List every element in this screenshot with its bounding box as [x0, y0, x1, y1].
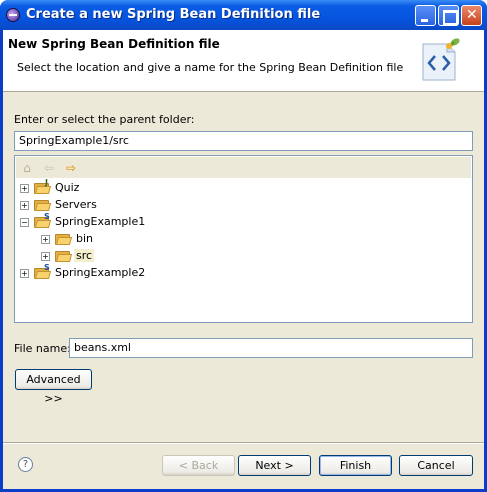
folder-icon [34, 199, 52, 211]
folder-tree[interactable]: ⌂ ⇦ ⇨ + J Quiz + Servers − S SpringExamp… [14, 155, 473, 323]
folder-icon [55, 233, 73, 245]
window-title: Create a new Spring Bean Definition file [26, 7, 321, 22]
tree-item-label: SpringExample1 [55, 215, 146, 228]
home-icon: ⌂ [23, 161, 31, 175]
finish-button[interactable]: Finish [319, 455, 392, 476]
file-name-input[interactable]: beans.xml [69, 338, 473, 358]
tree-item-label: bin [76, 232, 94, 245]
banner-title: New Spring Bean Definition file [8, 37, 220, 51]
next-button[interactable]: Next > [238, 455, 311, 476]
parent-folder-label: Enter or select the parent folder: [14, 113, 195, 126]
maximize-button[interactable] [438, 5, 459, 26]
spring-project-icon: S [34, 263, 52, 279]
tree-toolbar: ⌂ ⇦ ⇨ [16, 157, 471, 178]
close-icon: ✕ [466, 7, 478, 23]
collapse-toggle[interactable]: − [20, 218, 29, 227]
dialog-window: Create a new Spring Bean Definition file… [0, 0, 487, 492]
folder-icon [55, 250, 73, 262]
expand-toggle[interactable]: + [20, 184, 29, 193]
spring-bean-file-icon [417, 36, 463, 82]
expand-toggle[interactable]: + [20, 201, 29, 210]
eclipse-icon [6, 8, 20, 22]
close-button[interactable]: ✕ [461, 5, 482, 26]
dialog-body: New Spring Bean Definition file Select t… [3, 30, 484, 489]
back-button[interactable]: < Back [162, 455, 235, 476]
tree-item-label: Quiz [55, 181, 80, 194]
back-arrow-icon: ⇦ [43, 161, 55, 175]
expand-toggle[interactable]: + [41, 252, 50, 261]
parent-folder-input[interactable]: SpringExample1/src [14, 131, 473, 151]
file-name-label: File name: [14, 342, 71, 355]
expand-toggle[interactable]: + [41, 235, 50, 244]
tree-item-label: SpringExample2 [55, 266, 146, 279]
help-icon[interactable]: ? [18, 457, 33, 472]
project-folder-icon: J [34, 178, 52, 194]
title-bar[interactable]: Create a new Spring Bean Definition file… [0, 0, 487, 30]
spring-project-icon: S [34, 212, 52, 228]
forward-arrow-icon[interactable]: ⇨ [64, 161, 78, 175]
tree-item-label: Servers [55, 198, 97, 211]
banner-description: Select the location and give a name for … [17, 61, 404, 74]
wizard-banner: New Spring Bean Definition file Select t… [3, 30, 484, 92]
tree-item-label: src [74, 249, 95, 262]
separator [3, 442, 484, 444]
minimize-button[interactable] [415, 5, 436, 26]
expand-toggle[interactable]: + [20, 269, 29, 278]
cancel-button[interactable]: Cancel [399, 455, 473, 476]
advanced-button[interactable]: Advanced >> [15, 369, 92, 405]
